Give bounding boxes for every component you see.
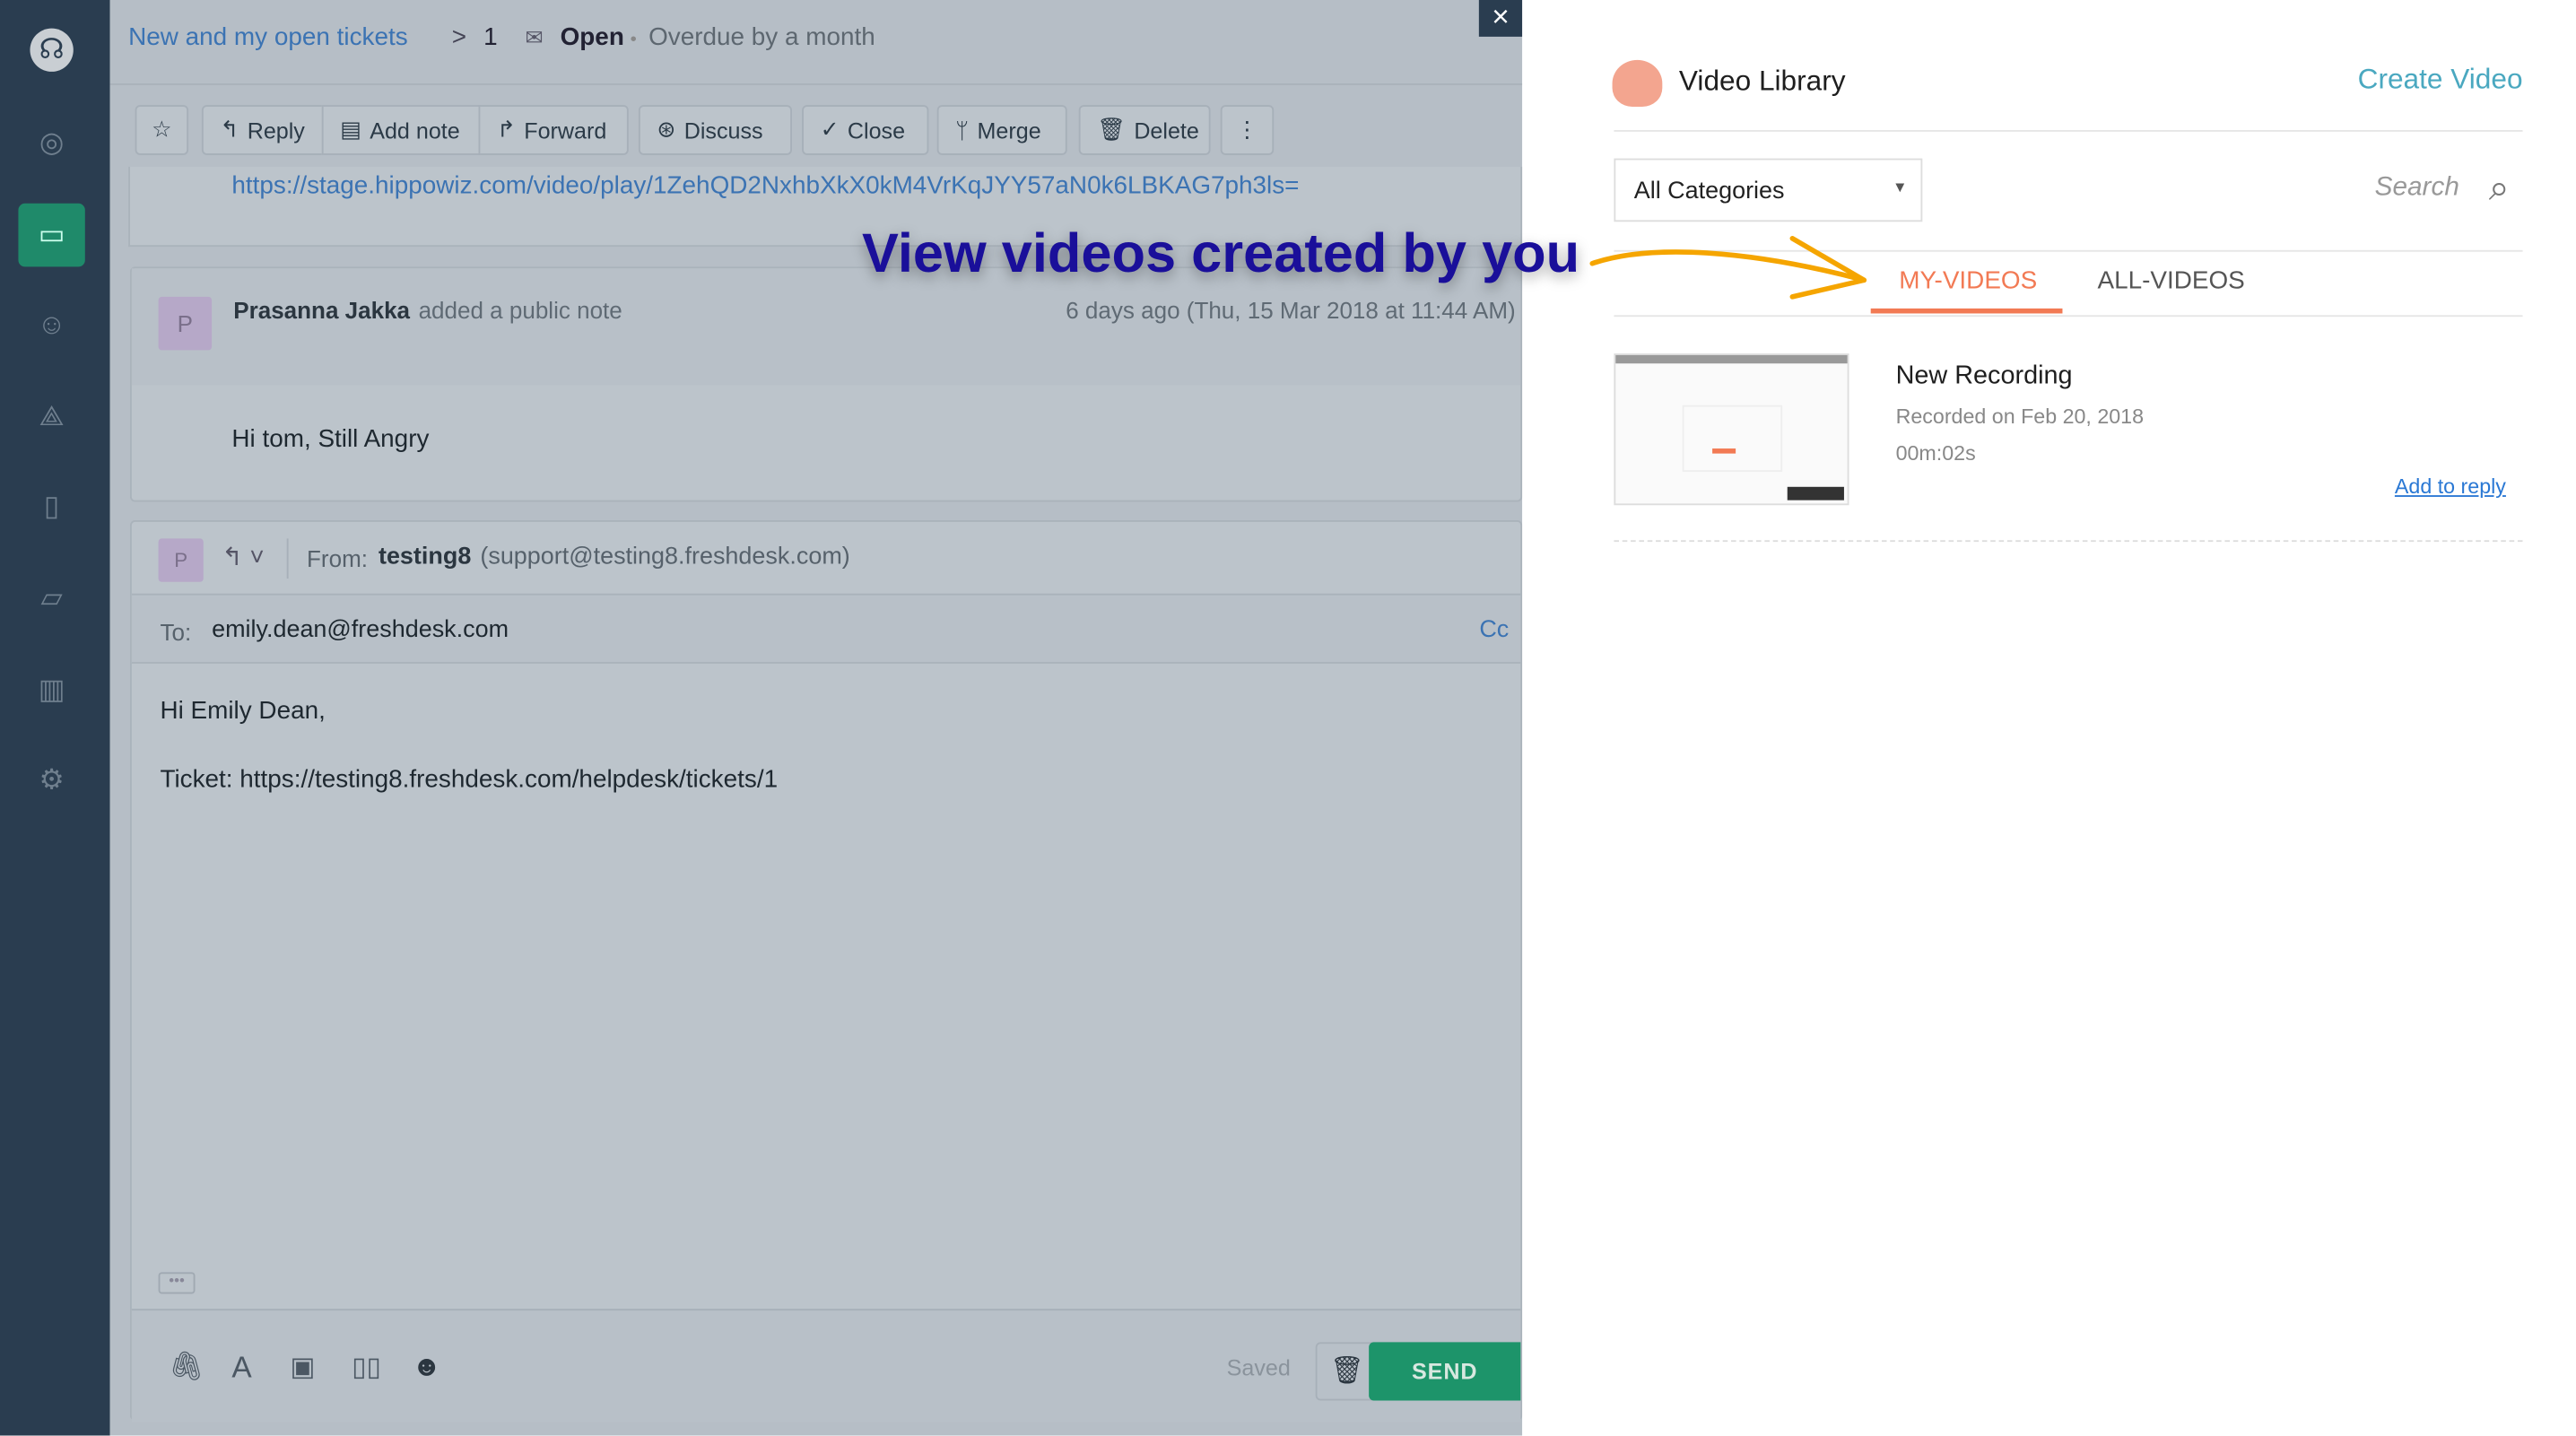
note-timestamp: 6 days ago (Thu, 15 Mar 2018 at 11:44 AM… [1066,296,1516,324]
separator-dot: • [630,30,637,50]
category-value: All Categories [1633,178,1785,205]
annotation-arrow [1589,236,1867,300]
composer-body-line[interactable]: Ticket: https://testing8.freshdesk.com/h… [160,765,778,794]
solutions-book-icon[interactable]: ▯ [30,485,73,528]
tab-all-videos[interactable]: ALL-VIDEOS [2097,266,2244,295]
headset-logo-icon[interactable]: ☊ [30,28,74,72]
note-header [131,268,1521,386]
discuss-button[interactable]: ⊛ Discuss [638,105,792,155]
note-author[interactable]: Prasanna Jakka [233,297,410,324]
to-row: To: emily.dean@freshdesk.com Cc [131,593,1521,664]
hippo-video-icon[interactable]: ☻ [412,1351,441,1384]
star-button[interactable]: ☆ [135,105,189,155]
discuss-icon: ⊛ [657,117,676,143]
add-note-button[interactable]: ▤ Add note [321,105,481,155]
trash-icon: 🗑 [1330,1357,1364,1386]
cc-button[interactable]: Cc [1479,617,1509,644]
forums-icon[interactable]: ▱ [30,577,73,620]
trash-icon: 🗑 [1097,117,1127,143]
close-button[interactable]: ✓ Close [802,105,929,155]
divider [1614,129,2523,132]
delete-label: Delete [1134,117,1199,143]
social-icon[interactable]: ⟁ [30,396,73,439]
divider [1614,540,2523,543]
annotation-text: View videos created by you [862,222,1580,284]
note-body: Hi tom, Still Angry [231,425,430,454]
merge-icon: ᛘ [955,117,970,143]
discuss-label: Discuss [683,117,763,143]
search-icon[interactable]: ⌕ [2489,167,2510,210]
solutions-book-icon[interactable]: ▯▯ [352,1351,381,1384]
breadcrumb-link[interactable]: New and my open tickets [128,23,408,52]
video-duration: 00m:02s [1895,441,1976,466]
star-icon: ☆ [152,117,172,143]
category-select[interactable]: All Categories ▼ [1614,158,1923,222]
note-action: added a public note [418,296,622,324]
caret-down-icon: ▼ [1892,178,1908,196]
from-email: (support@testing8.freshdesk.com) [480,544,850,570]
merge-button[interactable]: ᛘ Merge [936,105,1067,155]
merge-label: Merge [977,117,1041,143]
delete-button[interactable]: 🗑 Delete [1078,105,1211,155]
forward-button[interactable]: ↱ Forward [478,105,629,155]
video-recorded-date: Recorded on Feb 20, 2018 [1895,405,2145,429]
ticket-number: 1 [483,23,498,52]
canned-response-icon[interactable]: ▣ [290,1351,315,1384]
avatar: P [158,296,213,351]
reply-label: Reply [247,117,305,143]
ticket-header: New and my open tickets > 1 ✉ Open • Ove… [109,0,1523,85]
more-button[interactable]: ⋮ [1220,105,1275,155]
font-icon[interactable]: A [231,1351,251,1386]
add-note-label: Add note [370,117,460,143]
avatar: P [158,538,204,582]
email-icon: ✉ [525,24,544,50]
active-tab-indicator [1870,308,2063,314]
from-name[interactable]: testing8 [379,544,471,570]
composer-footer: 🖇 A ▣ ▯▯ ☻ Saved 🗑 SEND [131,1309,1521,1423]
tab-my-videos[interactable]: MY-VIDEOS [1899,266,2037,295]
close-label: Close [847,117,906,143]
hippo-logo [1612,59,1663,107]
gear-icon[interactable]: ⚙ [30,759,73,802]
video-link[interactable]: https://stage.hippowiz.com/video/play/1Z… [231,171,1299,200]
panel-title: Video Library [1678,65,1846,97]
sidebar: ☊ ◎ ▭ ☺ ⟁ ▯ ▱ ▥ ⚙ [0,0,110,1436]
send-button[interactable]: SEND [1369,1342,1521,1401]
show-quoted-button[interactable]: ••• [158,1272,196,1294]
video-library-panel: Video Library Create Video All Categorie… [1522,0,2576,1436]
create-video-button[interactable]: Create Video [2358,64,2523,97]
status-badge: Open [560,23,624,52]
tickets-icon[interactable]: ▭ [18,203,85,267]
dashboard-icon[interactable]: ◎ [30,122,73,165]
reports-icon[interactable]: ▥ [30,668,73,711]
forward-label: Forward [524,117,607,143]
close-panel-button[interactable]: × [1478,0,1523,37]
composer-body-line[interactable]: Hi Emily Dean, [160,697,325,726]
to-field[interactable]: emily.dean@freshdesk.com [212,617,509,644]
reply-composer: P ↰ ˅ From: testing8 (support@testing8.f… [129,519,1523,1423]
search-input[interactable]: Search [2375,173,2459,203]
attachment-icon[interactable]: 🖇 [169,1351,205,1384]
check-circle-icon: ✓ [820,117,840,143]
more-vertical-icon: ⋮ [1235,117,1259,143]
to-label: To: [160,618,192,646]
divider [1614,315,2523,318]
overdue-status: Overdue by a month [648,23,875,52]
divider [286,538,289,579]
note-icon: ▤ [340,117,361,143]
ticket-view: New and my open tickets > 1 ✉ Open • Ove… [109,0,1523,1436]
from-label: From: [307,544,369,572]
breadcrumb-separator: > [451,23,467,52]
video-thumbnail[interactable] [1614,353,1849,506]
public-note: P Prasanna Jakka added a public note 6 d… [129,266,1523,502]
contacts-icon[interactable]: ☺ [30,303,73,346]
add-to-reply-link[interactable]: Add to reply [2395,475,2506,499]
draft-status: Saved [1226,1355,1291,1381]
reply-type-dropdown[interactable]: ↰ ˅ [222,542,264,572]
forward-icon: ↱ [496,117,516,143]
reply-icon: ↰ [220,117,239,143]
video-title[interactable]: New Recording [1896,361,2073,391]
reply-button[interactable]: ↰ Reply [201,105,324,155]
